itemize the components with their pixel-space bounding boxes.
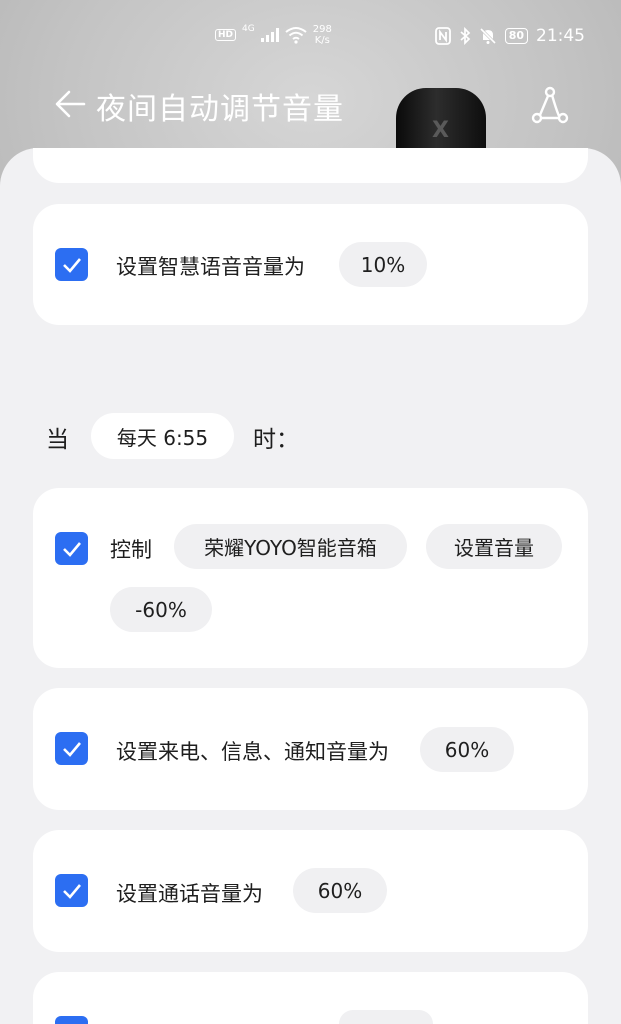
checkmark-icon	[62, 257, 81, 273]
share-route-icon[interactable]	[530, 85, 570, 125]
condition-suffix: 时：	[253, 427, 299, 453]
status-bar: HD 4G 298 K/s 80 21:45	[0, 22, 621, 52]
speaker-verb-label: 控制	[110, 538, 152, 562]
speaker-checkbox[interactable]	[55, 532, 88, 565]
call-volume-checkbox[interactable]	[55, 874, 88, 907]
partial-card	[33, 148, 588, 183]
next-card-value-pill[interactable]	[339, 1010, 433, 1024]
next-card-checkbox[interactable]	[55, 1016, 88, 1024]
back-arrow-icon[interactable]	[52, 86, 88, 122]
status-right: 80 21:45	[434, 26, 585, 46]
app-bar: 夜间自动调节音量	[0, 82, 621, 128]
action-card-next-partial	[33, 972, 588, 1024]
speaker-device-pill[interactable]: 荣耀YOYO智能音箱	[174, 524, 407, 569]
notification-volume-checkbox[interactable]	[55, 732, 88, 765]
condition-prefix: 当	[46, 427, 69, 453]
speaker-value-pill[interactable]: -60%	[110, 587, 212, 632]
hd-indicator: HD	[215, 29, 237, 41]
mute-bell-icon	[479, 27, 496, 45]
speed-unit: K/s	[314, 35, 330, 46]
speaker-operation-pill[interactable]: 设置音量	[426, 524, 562, 569]
action-card-voice-volume: 设置智慧语音音量为 10%	[33, 204, 588, 325]
action-card-notification-volume: 设置来电、信息、通知音量为 60%	[33, 688, 588, 810]
network-type: 4G	[242, 24, 255, 34]
checkmark-icon	[62, 741, 81, 757]
voice-volume-label: 设置智慧语音音量为	[116, 255, 305, 279]
checkmark-icon	[62, 541, 81, 557]
network-speed: 298 K/s	[313, 24, 332, 46]
action-card-call-volume: 设置通话音量为 60%	[33, 830, 588, 952]
status-left: HD 4G 298 K/s	[215, 24, 332, 46]
battery-indicator: 80	[504, 28, 528, 44]
signal-icon	[260, 28, 279, 42]
notification-volume-label: 设置来电、信息、通知音量为	[116, 740, 389, 764]
bluetooth-icon	[460, 27, 470, 45]
call-volume-label: 设置通话音量为	[116, 882, 263, 906]
action-card-speaker: 控制 荣耀YOYO智能音箱 设置音量 -60%	[33, 488, 588, 668]
trigger-condition: 当 每天 6:55 时：	[0, 412, 621, 460]
notification-volume-value[interactable]: 60%	[420, 727, 514, 772]
trigger-time-pill[interactable]: 每天 6:55	[91, 413, 234, 459]
wifi-icon	[285, 27, 307, 44]
status-time: 21:45	[536, 26, 585, 46]
checkmark-icon	[62, 883, 81, 899]
page-title: 夜间自动调节音量	[96, 92, 344, 127]
speed-value: 298	[312, 24, 332, 35]
voice-volume-checkbox[interactable]	[55, 248, 88, 281]
nfc-icon	[434, 27, 451, 45]
voice-volume-value[interactable]: 10%	[339, 242, 427, 287]
call-volume-value[interactable]: 60%	[293, 868, 387, 913]
